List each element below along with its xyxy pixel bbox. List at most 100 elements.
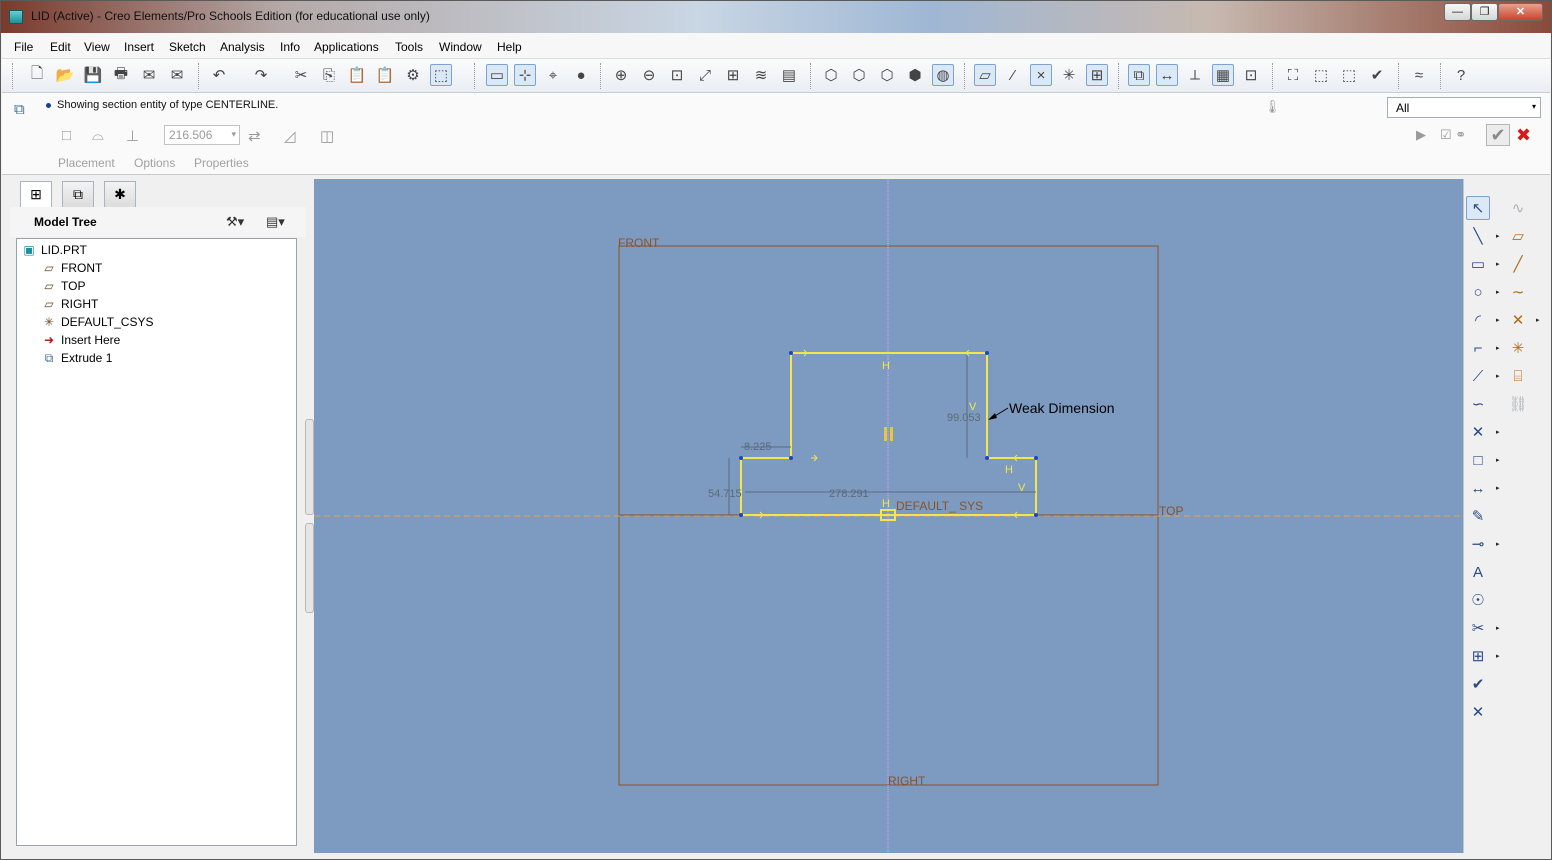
- print-icon[interactable]: 🖶: [110, 64, 132, 86]
- menu-insert[interactable]: Insert: [124, 40, 154, 54]
- select-icon[interactable]: ↖: [1466, 196, 1490, 220]
- hidden-line-icon[interactable]: ⬡: [848, 64, 870, 86]
- sketch-references-icon[interactable]: ⊹: [514, 64, 536, 86]
- sketch-canvas[interactable]: [314, 179, 1463, 853]
- tree-item-right[interactable]: ▱ RIGHT: [41, 295, 98, 313]
- maximize-button[interactable]: ❐: [1471, 3, 1498, 21]
- view-manager-icon[interactable]: ▤: [778, 64, 800, 86]
- graphics-window[interactable]: FRONT TOP RIGHT DEFAULT_ SYS 8.225 54.71…: [314, 179, 1463, 853]
- menu-info[interactable]: Info: [280, 40, 300, 54]
- chamfer-icon[interactable]: ⟋: [1466, 364, 1490, 388]
- dimension-icon[interactable]: ↔: [1466, 476, 1490, 500]
- menu-applications[interactable]: Applications: [314, 40, 379, 54]
- csys-sketch-icon[interactable]: ✳: [1506, 336, 1530, 360]
- preview-icon[interactable]: ☑ ⚭: [1440, 127, 1466, 143]
- layers-icon[interactable]: ≋: [750, 64, 772, 86]
- menu-sketch[interactable]: Sketch: [169, 40, 206, 54]
- redo-icon[interactable]: ↷: [250, 64, 272, 86]
- offset-icon[interactable]: ∽: [1466, 392, 1490, 416]
- send-mail-icon[interactable]: ✉: [138, 64, 160, 86]
- cancel-icon[interactable]: ✖: [1516, 125, 1531, 146]
- datum-planes-icon[interactable]: ▱: [974, 64, 996, 86]
- centerline-icon[interactable]: ╱: [1506, 252, 1530, 276]
- cut-icon[interactable]: ✂: [290, 64, 312, 86]
- minimize-button[interactable]: —: [1444, 3, 1471, 21]
- feature-requirements-icon[interactable]: ✔: [1366, 64, 1388, 86]
- sketcher-palette-icon[interactable]: ☉: [1466, 588, 1490, 612]
- sketch-orient-icon[interactable]: ⧉: [1128, 64, 1150, 86]
- text-icon[interactable]: ⌸: [1506, 364, 1530, 388]
- chevron-right-icon[interactable]: ▸: [1496, 232, 1500, 240]
- dimension-54-715[interactable]: 54.715: [708, 488, 742, 500]
- enhanced-realism-icon[interactable]: ◍: [932, 64, 954, 86]
- tree-item-lid-prt[interactable]: ▣ LID.PRT: [21, 241, 86, 259]
- chevron-right-icon[interactable]: ▸: [1496, 372, 1500, 380]
- chevron-right-icon[interactable]: ▸: [1496, 652, 1500, 660]
- dimension-99-053[interactable]: 99.053: [947, 412, 981, 424]
- flip-direction-icon[interactable]: ⇄: [248, 127, 261, 145]
- intersect-point-icon[interactable]: ✕: [1466, 420, 1490, 444]
- point-icon[interactable]: ✕: [1506, 308, 1530, 332]
- confirm-icon[interactable]: ✔: [1486, 124, 1510, 146]
- sketch-plane-icon[interactable]: ▱: [1506, 224, 1530, 248]
- tree-item-insert-here[interactable]: ➜ Insert Here: [41, 331, 120, 349]
- chevron-right-icon[interactable]: ▸: [1496, 456, 1500, 464]
- constraint-icon[interactable]: ⊸: [1466, 532, 1490, 556]
- circle-icon[interactable]: ○: [1466, 280, 1490, 304]
- tree-columns-icon[interactable]: ▤▾: [266, 214, 285, 230]
- save-icon[interactable]: 💾: [82, 64, 104, 86]
- regenerate-icon[interactable]: ⚙: [402, 64, 424, 86]
- csys-icon[interactable]: ✳: [1058, 64, 1080, 86]
- chevron-right-icon[interactable]: ▸: [1496, 540, 1500, 548]
- remove-material-icon[interactable]: ◿: [284, 127, 296, 145]
- tab-folder-browser[interactable]: ⧉: [62, 181, 94, 207]
- fillet-icon[interactable]: ⌐: [1466, 336, 1490, 360]
- solid-icon[interactable]: □: [62, 127, 71, 144]
- analysis-icon[interactable]: ≈: [1408, 64, 1430, 86]
- line-icon[interactable]: ╲: [1466, 224, 1490, 248]
- sketch-setup-icon[interactable]: ▭: [486, 64, 508, 86]
- spline-icon[interactable]: ∼: [1506, 280, 1530, 304]
- tree-item-default-csys[interactable]: ✳ DEFAULT_CSYS: [41, 313, 154, 331]
- chevron-right-icon[interactable]: ▸: [1536, 316, 1540, 324]
- mail-link-icon[interactable]: ✉: [166, 64, 188, 86]
- disp-grid-icon[interactable]: ▦: [1212, 64, 1234, 86]
- chevron-right-icon[interactable]: ▸: [1496, 624, 1500, 632]
- constraint-h-top[interactable]: H: [882, 360, 890, 372]
- undo-icon[interactable]: ↶: [208, 64, 230, 86]
- disp-vertices-icon[interactable]: ⊡: [1240, 64, 1262, 86]
- refit-icon[interactable]: ⊡: [666, 64, 688, 86]
- tree-item-front[interactable]: ▱ FRONT: [41, 259, 102, 277]
- constraint-v-right[interactable]: V: [1018, 482, 1025, 494]
- trim-icon[interactable]: ✂: [1466, 616, 1490, 640]
- rectangle-icon[interactable]: ▭: [1466, 252, 1490, 276]
- text-tool-icon[interactable]: A: [1466, 560, 1490, 584]
- selection-filter-select[interactable]: All ▾: [1387, 97, 1541, 118]
- wireframe-icon[interactable]: ⬡: [820, 64, 842, 86]
- chevron-right-icon[interactable]: ▸: [1496, 428, 1500, 436]
- constraint-h-step[interactable]: H: [1005, 464, 1013, 476]
- zoom-in-icon[interactable]: ⊕: [610, 64, 632, 86]
- tree-item-extrude-1[interactable]: ⧉ Extrude 1: [41, 349, 113, 367]
- navigator-sash-lower[interactable]: [305, 523, 314, 613]
- chevron-right-icon[interactable]: ▸: [1496, 288, 1500, 296]
- menu-help[interactable]: Help: [497, 40, 522, 54]
- annotations-icon[interactable]: ⊞: [1086, 64, 1108, 86]
- close-button[interactable]: ✕: [1498, 3, 1543, 21]
- thicken-icon[interactable]: ◫: [320, 127, 334, 145]
- highlight-open-icon[interactable]: ⛶: [1282, 64, 1304, 86]
- depth-type-icon[interactable]: ⊥: [126, 127, 139, 145]
- zoom-out-icon[interactable]: ⊖: [638, 64, 660, 86]
- context-help-icon[interactable]: ?: [1450, 64, 1472, 86]
- open-icon[interactable]: 📂: [54, 64, 76, 86]
- tab-favorites[interactable]: ✱: [104, 181, 136, 207]
- tab-properties[interactable]: Properties: [194, 156, 249, 170]
- surface-icon[interactable]: ⌓: [92, 127, 104, 144]
- menu-edit[interactable]: Edit: [50, 40, 71, 54]
- shading-icon[interactable]: ●: [570, 64, 592, 86]
- paste-special-icon[interactable]: 📋: [374, 64, 396, 86]
- copy-icon[interactable]: ⎘: [318, 64, 340, 86]
- palette-icon[interactable]: □: [1466, 448, 1490, 472]
- done-icon[interactable]: ✔: [1466, 672, 1490, 696]
- menu-file[interactable]: File: [14, 40, 33, 54]
